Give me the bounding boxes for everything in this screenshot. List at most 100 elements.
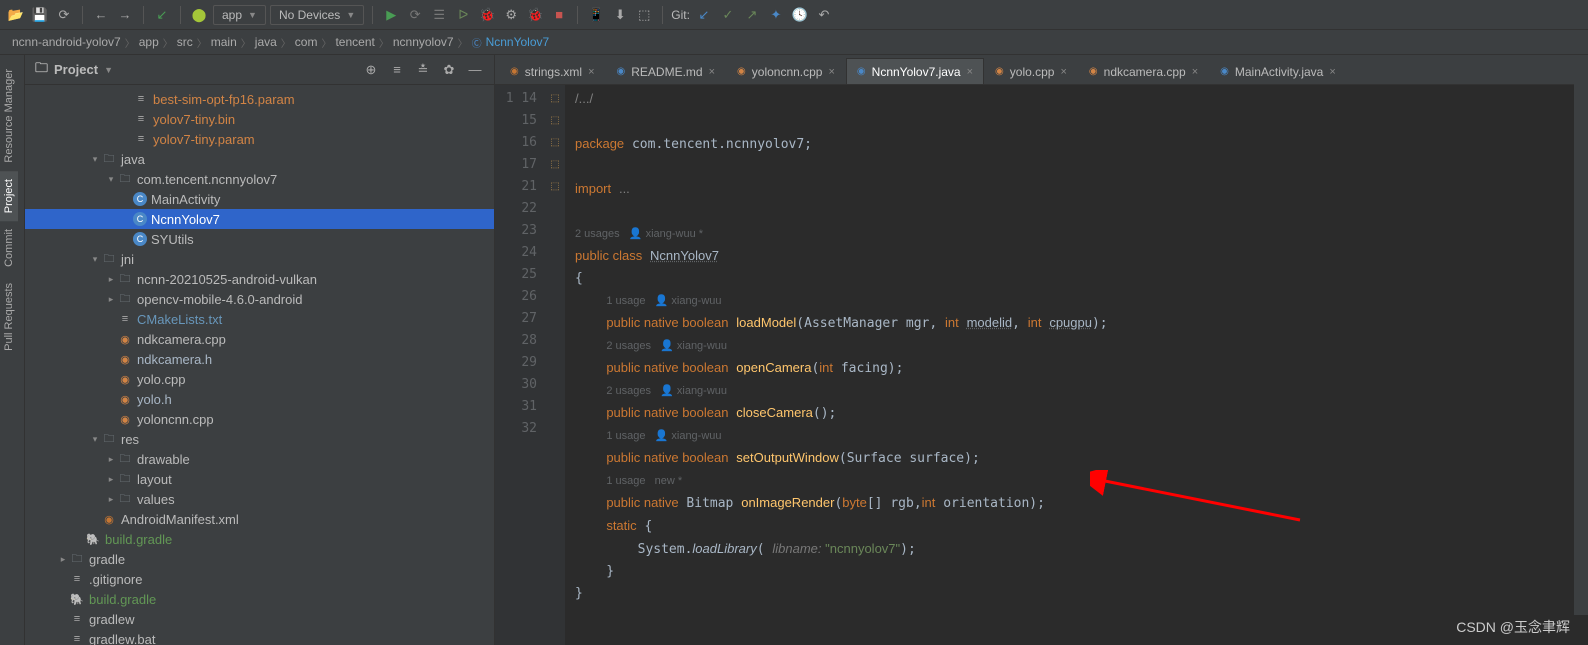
module-combo[interactable]: app▼ — [213, 5, 266, 25]
tree-item[interactable]: ▸🗀values — [25, 489, 494, 509]
close-icon[interactable]: × — [967, 66, 973, 78]
editor-tabs: ◉strings.xml×◉README.md×◉yoloncnn.cpp×◉N… — [495, 55, 1588, 85]
crumb-5[interactable]: com — [295, 35, 318, 49]
tree-item[interactable]: ▸🗀ncnn-20210525-android-vulkan — [25, 269, 494, 289]
select-opened-icon[interactable]: ⊕ — [362, 62, 380, 78]
side-tab-commit[interactable]: Commit — [0, 221, 18, 275]
run-icon[interactable]: ▶ — [381, 5, 401, 25]
close-icon[interactable]: × — [709, 66, 715, 78]
close-icon[interactable]: × — [1060, 66, 1066, 78]
editor-tab[interactable]: ◉yoloncnn.cpp× — [726, 58, 846, 84]
editor-tab[interactable]: ◉yolo.cpp× — [984, 58, 1078, 84]
main-toolbar: 📂 💾 ⟳ ← → ↙ ⬤ app▼ No Devices▼ ▶ ⟳ ☰ ᐅ 🐞… — [0, 0, 1588, 30]
breadcrumbs: ncnn-android-yolov7〉 app〉 src〉 main〉 jav… — [0, 30, 1588, 55]
crumb-0[interactable]: ncnn-android-yolov7 — [12, 35, 121, 49]
back-icon[interactable]: ← — [91, 5, 111, 25]
settings-icon[interactable]: ✿ — [440, 62, 458, 78]
editor-area: ◉strings.xml×◉README.md×◉yoloncnn.cpp×◉N… — [495, 55, 1588, 645]
close-icon[interactable]: × — [1192, 66, 1198, 78]
profile-icon[interactable]: ᐅ — [453, 5, 473, 25]
tree-item[interactable]: ◉ndkcamera.h — [25, 349, 494, 369]
hide-icon[interactable]: — — [466, 62, 484, 77]
save-icon[interactable]: 💾 — [30, 5, 50, 25]
more-run-icon[interactable]: 🐞 — [525, 5, 545, 25]
crumb-4[interactable]: java — [255, 35, 277, 49]
tree-item[interactable]: ≡yolov7-tiny.param — [25, 129, 494, 149]
left-tool-gutter: Resource Manager Project Commit Pull Req… — [0, 55, 25, 645]
avd-icon[interactable]: 📱 — [586, 5, 606, 25]
project-tree[interactable]: ≡best-sim-opt-fp16.param≡yolov7-tiny.bin… — [25, 85, 494, 645]
tree-item[interactable]: ◉yoloncnn.cpp — [25, 409, 494, 429]
crumb-7[interactable]: ncnnyolov7 — [393, 35, 454, 49]
tree-item[interactable]: 🐘build.gradle — [25, 589, 494, 609]
gutter-icons: ⬚ ⬚ ⬚ ⬚ ⬚ — [545, 85, 565, 645]
tree-item[interactable]: ≡yolov7-tiny.bin — [25, 109, 494, 129]
tree-item[interactable]: ◉yolo.cpp — [25, 369, 494, 389]
close-icon[interactable]: × — [588, 66, 594, 78]
editor-scrollbar[interactable] — [1574, 55, 1588, 615]
project-panel-header: 🗀Project ▼ ⊕ ≡ ≛ ✿ — — [25, 55, 494, 85]
side-tab-pull-requests[interactable]: Pull Requests — [0, 275, 18, 359]
editor-tab[interactable]: ◉README.md× — [606, 58, 727, 84]
tree-item[interactable]: ▸🗀drawable — [25, 449, 494, 469]
coverage-icon[interactable]: ☰ — [429, 5, 449, 25]
tree-item[interactable]: ▾🗀jni — [25, 249, 494, 269]
git-rollback-icon[interactable]: ↶ — [814, 5, 834, 25]
watermark: CSDN @玉念聿辉 — [1456, 617, 1570, 637]
editor-tab[interactable]: ◉ndkcamera.cpp× — [1078, 58, 1209, 84]
crumb-active[interactable]: NcnnYolov7 — [486, 35, 550, 49]
editor-tab[interactable]: ◉NcnnYolov7.java× — [846, 58, 984, 84]
tree-item[interactable]: ◉yolo.h — [25, 389, 494, 409]
side-tab-project[interactable]: Project — [0, 171, 18, 221]
expand-icon[interactable]: ≡ — [388, 62, 406, 77]
code-content[interactable]: /.../ package com.tencent.ncnnyolov7; im… — [565, 85, 1588, 645]
editor-body[interactable]: 1 14 15 16 17 21 22 23 24 25 26 27 28 29… — [495, 85, 1588, 645]
android-icon: ⬤ — [189, 5, 209, 25]
tree-item[interactable]: ≡gradlew.bat — [25, 629, 494, 645]
debug-step-icon[interactable]: ⟳ — [405, 5, 425, 25]
tree-item[interactable]: ▸🗀gradle — [25, 549, 494, 569]
editor-tab[interactable]: ◉strings.xml× — [499, 58, 606, 84]
tree-item[interactable]: ◉AndroidManifest.xml — [25, 509, 494, 529]
tree-item[interactable]: ≡gradlew — [25, 609, 494, 629]
build-icon[interactable]: ↙ — [152, 5, 172, 25]
close-icon[interactable]: × — [1329, 66, 1335, 78]
crumb-3[interactable]: main — [211, 35, 237, 49]
tree-item[interactable]: ▾🗀com.tencent.ncnnyolov7 — [25, 169, 494, 189]
tree-item[interactable]: 🐘build.gradle — [25, 529, 494, 549]
tree-item[interactable]: CNcnnYolov7 — [25, 209, 494, 229]
crumb-2[interactable]: src — [177, 35, 193, 49]
line-gutter: 1 14 15 16 17 21 22 23 24 25 26 27 28 29… — [495, 85, 545, 645]
tree-item[interactable]: CSYUtils — [25, 229, 494, 249]
git-update-icon[interactable]: ↙ — [694, 5, 714, 25]
editor-tab[interactable]: ◉MainActivity.java× — [1209, 58, 1347, 84]
tree-item[interactable]: CMainActivity — [25, 189, 494, 209]
crumb-1[interactable]: app — [139, 35, 159, 49]
attach-icon[interactable]: ⚙ — [501, 5, 521, 25]
class-icon: Ⓒ — [472, 35, 482, 50]
tree-item[interactable]: ▸🗀layout — [25, 469, 494, 489]
stop-icon[interactable]: ■ — [549, 5, 569, 25]
collapse-icon[interactable]: ≛ — [414, 62, 432, 78]
crumb-6[interactable]: tencent — [335, 35, 374, 49]
sync-icon[interactable]: ⟳ — [54, 5, 74, 25]
open-icon[interactable]: 📂 — [6, 5, 26, 25]
tree-item[interactable]: ▸🗀opencv-mobile-4.6.0-android — [25, 289, 494, 309]
git-push-icon[interactable]: ↗ — [742, 5, 762, 25]
tree-item[interactable]: ▾🗀res — [25, 429, 494, 449]
tree-item[interactable]: ◉ndkcamera.cpp — [25, 329, 494, 349]
tree-item[interactable]: ▾🗀java — [25, 149, 494, 169]
sdk-icon[interactable]: ⬇ — [610, 5, 630, 25]
git-history-icon[interactable]: 🕓 — [790, 5, 810, 25]
git-pull-icon[interactable]: ✦ — [766, 5, 786, 25]
git-commit-icon[interactable]: ✓ — [718, 5, 738, 25]
devices-combo[interactable]: No Devices▼ — [270, 5, 364, 25]
debug-icon[interactable]: 🐞 — [477, 5, 497, 25]
tree-item[interactable]: ≡CMakeLists.txt — [25, 309, 494, 329]
side-tab-resource-manager[interactable]: Resource Manager — [0, 61, 18, 171]
forward-icon[interactable]: → — [115, 5, 135, 25]
cube-icon[interactable]: ⬚ — [634, 5, 654, 25]
close-icon[interactable]: × — [828, 66, 834, 78]
tree-item[interactable]: ≡.gitignore — [25, 569, 494, 589]
tree-item[interactable]: ≡best-sim-opt-fp16.param — [25, 89, 494, 109]
